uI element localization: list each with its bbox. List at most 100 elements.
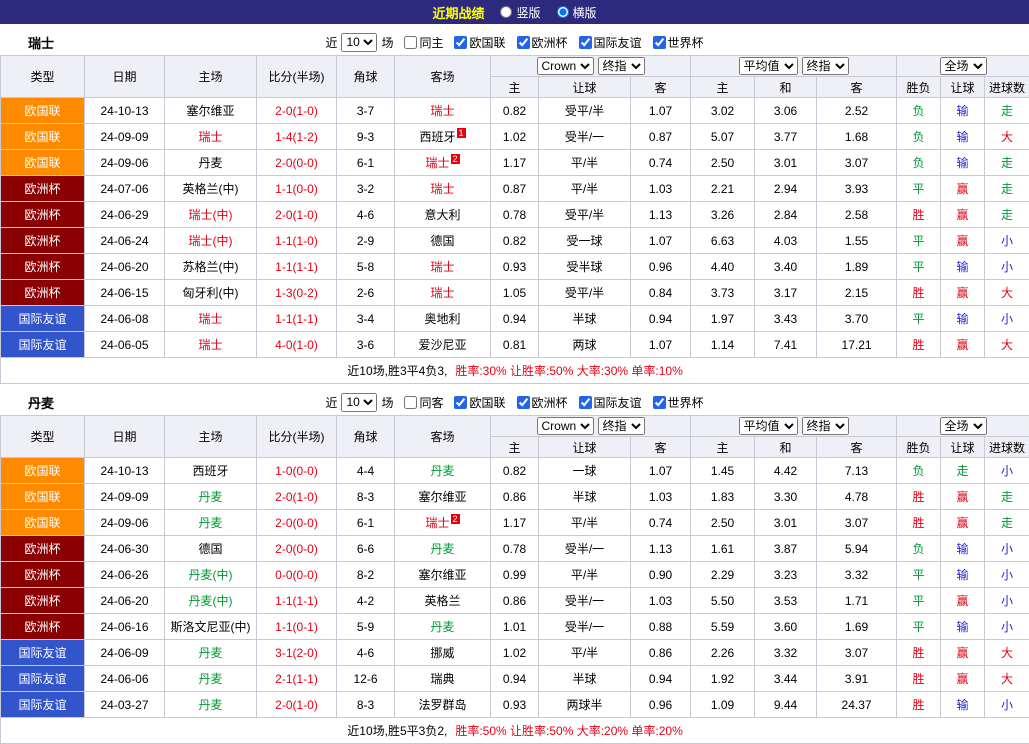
avg-odds-cell: 1.71 — [817, 588, 897, 614]
games-label: 场 — [381, 394, 393, 411]
avg-odds-cell: 3.43 — [755, 306, 817, 332]
filter-checkbox[interactable]: 欧洲杯 — [517, 34, 568, 51]
header-row-1: 类型日期主场比分(半场)角球客场Crown终指平均值终指全场 — [1, 56, 1029, 77]
score-cell: 2-0(0-0) — [257, 150, 337, 176]
home-team-cell: 瑞士 — [165, 306, 257, 332]
date-cell: 24-06-08 — [85, 306, 165, 332]
handicap-cell: 受半球 — [539, 254, 631, 280]
select-group-header: Crown终指 — [491, 56, 691, 77]
layout-option-vertical[interactable]: 竖版 — [500, 4, 540, 21]
odds-cell: 0.94 — [491, 666, 539, 692]
goals-result-cell: 大 — [985, 280, 1029, 306]
handicap-result-cell: 输 — [941, 254, 985, 280]
corners-cell: 3-7 — [337, 98, 395, 124]
avg-final-select[interactable]: 终指 — [802, 417, 849, 435]
winlose-result-cell: 胜 — [897, 692, 941, 718]
avg-odds-cell: 5.94 — [817, 536, 897, 562]
page-title: 近期战绩 — [432, 3, 484, 22]
away-team-cell: 瑞士 — [395, 254, 491, 280]
away-team-name: 法罗群岛 — [418, 698, 466, 712]
corners-cell: 3-2 — [337, 176, 395, 202]
match-type-badge: 欧洲杯 — [1, 536, 85, 562]
average-select[interactable]: 平均值 — [739, 417, 798, 435]
checkbox-input[interactable] — [404, 396, 417, 409]
home-team-cell: 英格兰(中) — [165, 176, 257, 202]
filter-checkbox[interactable]: 同主 — [404, 34, 443, 51]
handicap-cell: 受平/半 — [539, 202, 631, 228]
scope-select[interactable]: 全场 — [940, 57, 987, 75]
avg-odds-cell: 5.50 — [691, 588, 755, 614]
away-team-cell: 瑞士 — [395, 280, 491, 306]
away-team-name: 丹麦 — [430, 464, 454, 478]
checkbox-input[interactable] — [653, 396, 666, 409]
match-type-badge: 欧国联 — [1, 124, 85, 150]
winlose-result-cell: 胜 — [897, 202, 941, 228]
summary-cell: 近10场,胜3平4负3,胜率:30% 让胜率:50% 大率:30% 单率:10% — [1, 358, 1029, 384]
filter-controls: 近10场同客欧国联欧洲杯国际友谊世界杯 — [325, 393, 703, 412]
checkbox-input[interactable] — [454, 396, 467, 409]
away-team-cell: 丹麦 — [395, 614, 491, 640]
average-select[interactable]: 平均值 — [739, 57, 798, 75]
match-count-select[interactable]: 10 — [341, 33, 377, 52]
bookmaker-select[interactable]: Crown — [537, 57, 594, 75]
goals-result-cell: 走 — [985, 484, 1029, 510]
filter-checkbox[interactable]: 同客 — [404, 394, 443, 411]
avg-odds-cell: 3.07 — [817, 640, 897, 666]
scope-select[interactable]: 全场 — [940, 417, 987, 435]
goals-result-cell: 小 — [985, 588, 1029, 614]
date-cell: 24-03-27 — [85, 692, 165, 718]
winlose-result-cell: 平 — [897, 614, 941, 640]
home-team-cell: 丹麦 — [165, 150, 257, 176]
odds-final-select[interactable]: 终指 — [598, 417, 645, 435]
bookmaker-select[interactable]: Crown — [537, 417, 594, 435]
avg-odds-cell: 1.69 — [817, 614, 897, 640]
filter-checkbox[interactable]: 世界杯 — [653, 34, 704, 51]
checkbox-input[interactable] — [653, 36, 666, 49]
checkbox-input[interactable] — [454, 36, 467, 49]
away-team-name: 丹麦 — [430, 620, 454, 634]
select-group-header: 平均值终指 — [691, 56, 897, 77]
layout-radio-input[interactable] — [557, 6, 569, 18]
checkbox-input[interactable] — [404, 36, 417, 49]
filter-checkbox[interactable]: 欧洲杯 — [517, 394, 568, 411]
checkbox-input[interactable] — [517, 396, 530, 409]
corners-cell: 6-1 — [337, 510, 395, 536]
layout-option-horizontal[interactable]: 横版 — [557, 4, 597, 21]
filter-checkbox[interactable]: 欧国联 — [454, 394, 505, 411]
odds-cell: 0.86 — [631, 640, 691, 666]
winlose-result-cell: 平 — [897, 588, 941, 614]
date-cell: 24-09-09 — [85, 484, 165, 510]
checkbox-input[interactable] — [517, 36, 530, 49]
handicap-cell: 平/半 — [539, 176, 631, 202]
avg-final-select[interactable]: 终指 — [802, 57, 849, 75]
odds-cell: 0.84 — [631, 280, 691, 306]
goals-result-cell: 走 — [985, 176, 1029, 202]
match-type-badge: 欧洲杯 — [1, 228, 85, 254]
filter-checkbox[interactable]: 国际友谊 — [579, 394, 642, 411]
away-team-cell: 德国 — [395, 228, 491, 254]
avg-odds-cell: 3.01 — [755, 510, 817, 536]
away-team-name: 意大利 — [424, 208, 460, 222]
avg-odds-cell: 5.07 — [691, 124, 755, 150]
avg-odds-cell: 2.50 — [691, 150, 755, 176]
match-type-badge: 欧洲杯 — [1, 588, 85, 614]
away-team-cell: 奥地利 — [395, 306, 491, 332]
home-team-name: 丹麦(中) — [189, 568, 233, 582]
winlose-result-cell: 平 — [897, 228, 941, 254]
odds-final-select[interactable]: 终指 — [598, 57, 645, 75]
checkbox-input[interactable] — [579, 396, 592, 409]
checkbox-input[interactable] — [579, 36, 592, 49]
handicap-cell: 平/半 — [539, 510, 631, 536]
match-count-select[interactable]: 10 — [341, 393, 377, 412]
winlose-result-cell: 平 — [897, 254, 941, 280]
layout-radio-input[interactable] — [500, 6, 512, 18]
table-body: 欧国联24-10-13西班牙1-0(0-0)4-4丹麦0.82一球1.071.4… — [1, 458, 1029, 744]
filter-checkbox[interactable]: 世界杯 — [653, 394, 704, 411]
summary-prefix: 近10场,胜5平3负2, — [347, 724, 447, 738]
filter-checkbox[interactable]: 国际友谊 — [579, 34, 642, 51]
away-team-name: 丹麦 — [430, 542, 454, 556]
handicap-result-cell: 输 — [941, 150, 985, 176]
score-cell: 1-3(0-2) — [257, 280, 337, 306]
date-cell: 24-06-05 — [85, 332, 165, 358]
filter-checkbox[interactable]: 欧国联 — [454, 34, 505, 51]
